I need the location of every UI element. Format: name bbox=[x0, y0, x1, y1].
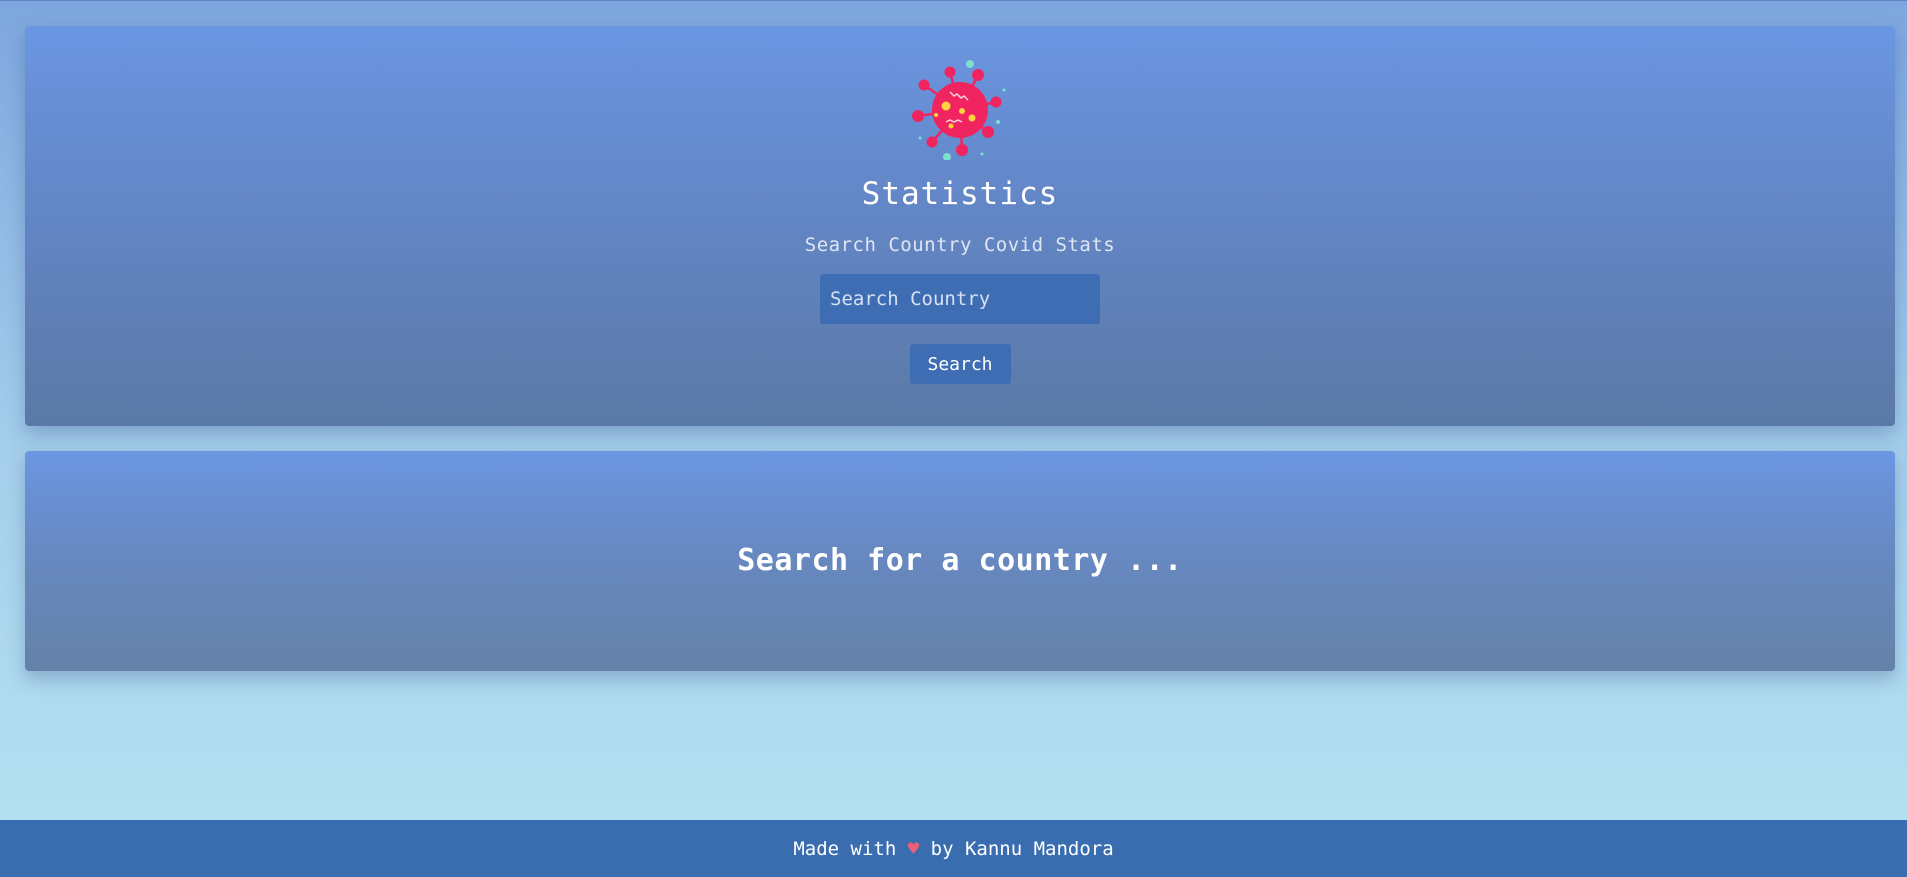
footer-prefix: Made with bbox=[793, 837, 908, 860]
result-message: Search for a country ... bbox=[737, 542, 1183, 578]
footer: Made with ♥ by Kannu Mandora bbox=[0, 820, 1907, 877]
search-card: Statistics Search Country Covid Stats Se… bbox=[25, 26, 1895, 426]
footer-author: by Kannu Mandora bbox=[919, 837, 1114, 860]
top-border bbox=[0, 0, 1907, 1]
virus-icon bbox=[912, 60, 1006, 160]
page-title: Statistics bbox=[861, 176, 1059, 212]
page-subtitle: Search Country Covid Stats bbox=[804, 234, 1116, 256]
heart-icon: ♥ bbox=[907, 837, 920, 860]
result-card: Search for a country ... bbox=[25, 451, 1895, 671]
search-country-input[interactable] bbox=[820, 274, 1100, 324]
search-button[interactable]: Search bbox=[909, 344, 1011, 384]
